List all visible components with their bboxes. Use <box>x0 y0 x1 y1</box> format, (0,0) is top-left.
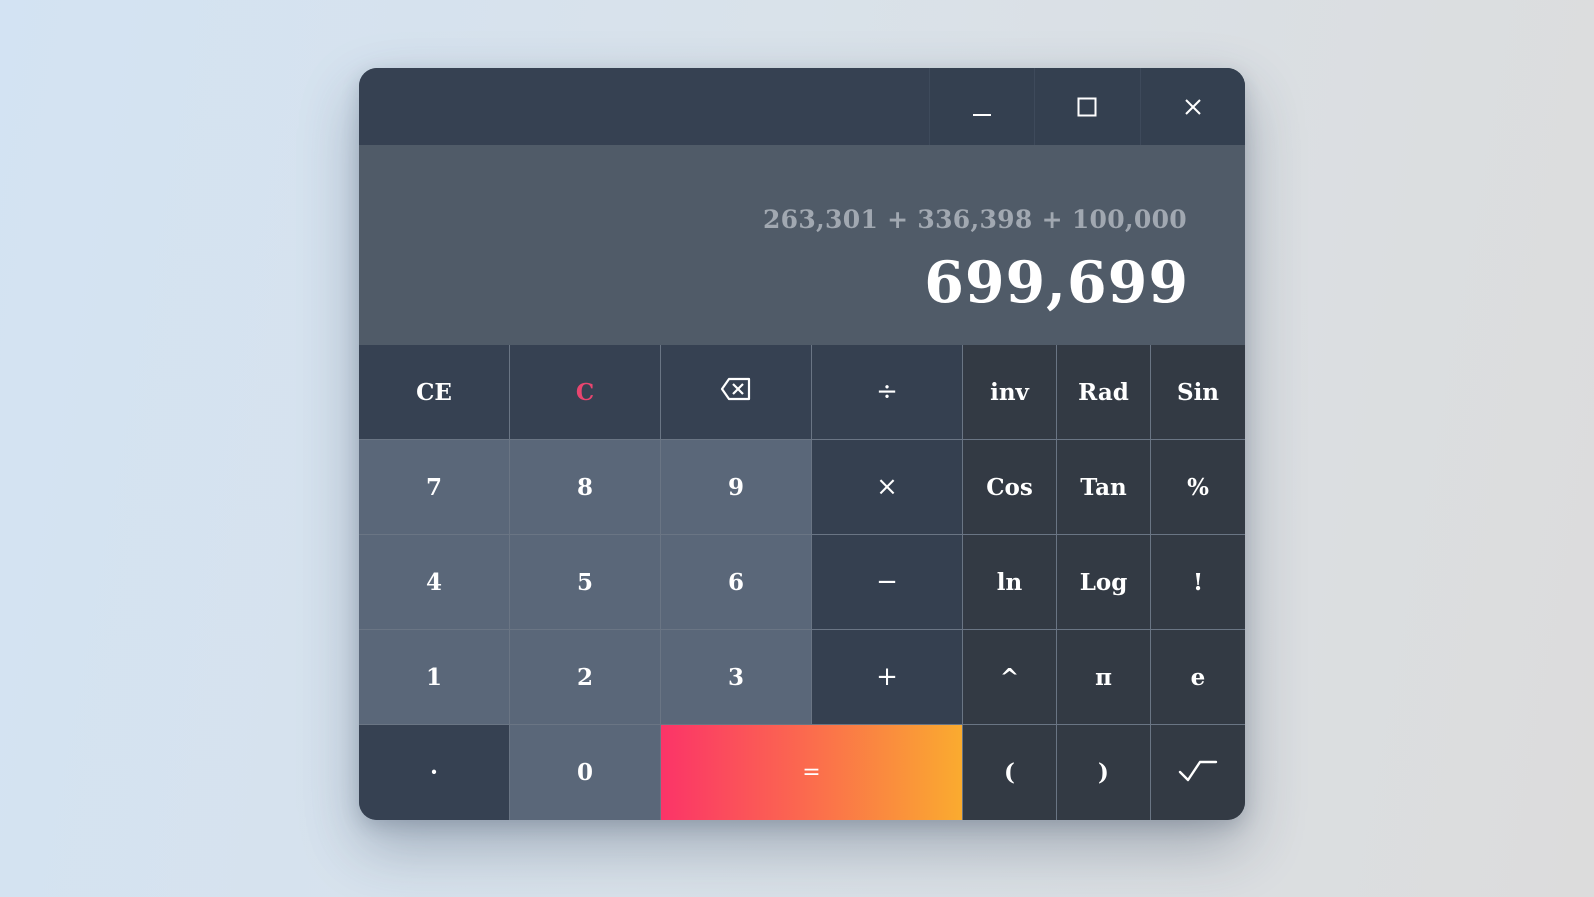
digit-3-button[interactable]: 3 <box>661 630 812 725</box>
equals-button[interactable]: = <box>661 725 963 820</box>
expression-text: 263,301 + 336,398 + 100,000 <box>762 205 1187 234</box>
power-button[interactable]: ^ <box>963 630 1057 725</box>
digit-1-button[interactable]: 1 <box>359 630 510 725</box>
decimal-point-button[interactable]: · <box>359 725 510 820</box>
backspace-icon <box>720 377 752 407</box>
calculator-window: 263,301 + 336,398 + 100,000 699,699 CE C… <box>359 68 1245 820</box>
cosine-button[interactable]: Cos <box>963 440 1057 535</box>
plus-button[interactable]: + <box>812 630 963 725</box>
digit-4-button[interactable]: 4 <box>359 535 510 630</box>
sine-button[interactable]: Sin <box>1151 345 1245 440</box>
tangent-button[interactable]: Tan <box>1057 440 1151 535</box>
close-paren-button[interactable]: ) <box>1057 725 1151 820</box>
result-text: 699,699 <box>924 249 1189 316</box>
title-bar-drag-area[interactable] <box>359 68 929 145</box>
natural-log-button[interactable]: ln <box>963 535 1057 630</box>
minus-button[interactable]: − <box>812 535 963 630</box>
digit-0-button[interactable]: 0 <box>510 725 661 820</box>
calculator-display: 263,301 + 336,398 + 100,000 699,699 <box>359 145 1245 345</box>
percent-button[interactable]: % <box>1151 440 1245 535</box>
radians-button[interactable]: Rad <box>1057 345 1151 440</box>
open-paren-button[interactable]: ( <box>963 725 1057 820</box>
divide-button[interactable]: ÷ <box>812 345 963 440</box>
sqrt-icon <box>1178 757 1218 789</box>
digit-9-button[interactable]: 9 <box>661 440 812 535</box>
multiply-button[interactable]: × <box>812 440 963 535</box>
window-controls <box>929 68 1245 145</box>
factorial-button[interactable]: ! <box>1151 535 1245 630</box>
digit-6-button[interactable]: 6 <box>661 535 812 630</box>
maximize-icon <box>1076 96 1098 118</box>
backspace-button[interactable] <box>661 345 812 440</box>
euler-button[interactable]: e <box>1151 630 1245 725</box>
clear-entry-button[interactable]: CE <box>359 345 510 440</box>
maximize-button[interactable] <box>1034 68 1140 145</box>
close-button[interactable] <box>1139 68 1245 145</box>
keypad: CE C ÷ inv Rad Sin 7 8 9 × Cos Tan % 4 5… <box>359 345 1245 820</box>
digit-2-button[interactable]: 2 <box>510 630 661 725</box>
inverse-button[interactable]: inv <box>963 345 1057 440</box>
minimize-button[interactable] <box>929 68 1035 145</box>
pi-button[interactable]: π <box>1057 630 1151 725</box>
log-button[interactable]: Log <box>1057 535 1151 630</box>
minimize-icon <box>971 96 993 118</box>
digit-8-button[interactable]: 8 <box>510 440 661 535</box>
clear-button[interactable]: C <box>510 345 661 440</box>
title-bar <box>359 68 1245 145</box>
digit-7-button[interactable]: 7 <box>359 440 510 535</box>
close-icon <box>1183 97 1203 117</box>
square-root-button[interactable] <box>1151 725 1245 820</box>
digit-5-button[interactable]: 5 <box>510 535 661 630</box>
